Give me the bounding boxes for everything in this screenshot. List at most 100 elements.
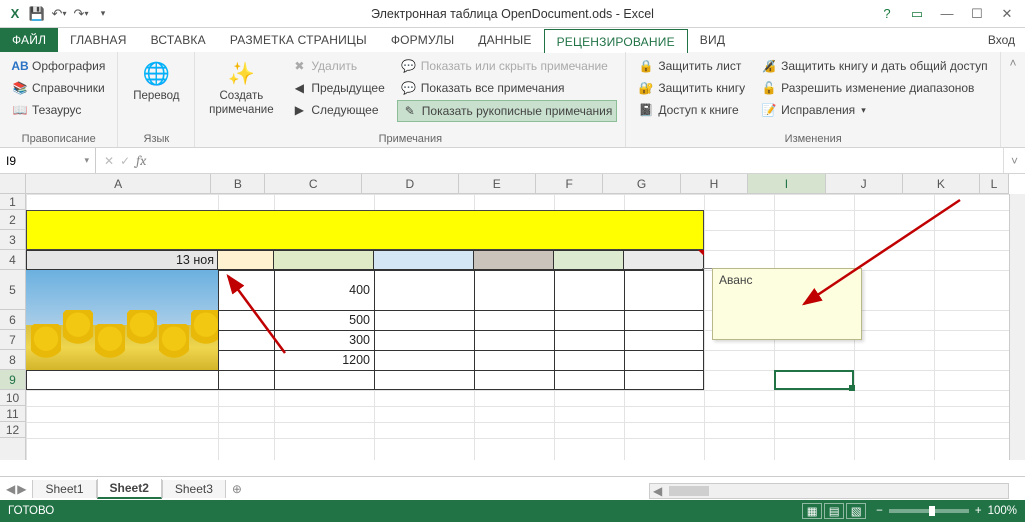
protect-share-button[interactable]: 🔏Защитить книгу и дать общий доступ <box>757 56 992 76</box>
cancel-formula-icon[interactable]: ✕ <box>104 154 114 168</box>
share-workbook-button[interactable]: 📓Доступ к книге <box>634 100 749 120</box>
row-header-4[interactable]: 4 <box>0 250 25 270</box>
minimize-icon[interactable]: — <box>933 4 961 24</box>
worksheet-area[interactable]: ABCDEFGHIJKL 123456789101112 13 ноя40050… <box>0 174 1025 476</box>
thesaurus-button[interactable]: 📖Тезаурус <box>8 100 109 120</box>
protect-sheet-button[interactable]: 🔒Защитить лист <box>634 56 749 76</box>
row-header-5[interactable]: 5 <box>0 270 25 310</box>
comment-indicator[interactable] <box>698 250 704 256</box>
col-header-A[interactable]: A <box>26 174 211 193</box>
fx-icon[interactable]: fx <box>136 152 146 169</box>
col-header-C[interactable]: C <box>265 174 362 193</box>
row-header-2[interactable]: 2 <box>0 210 25 230</box>
undo-icon[interactable]: ↶▾ <box>50 5 68 23</box>
expand-formula-bar-icon[interactable]: ˅ <box>1003 148 1025 173</box>
formula-input[interactable] <box>154 148 1003 173</box>
tab-home[interactable]: ГЛАВНАЯ <box>58 28 138 52</box>
save-icon[interactable]: 💾 <box>28 5 46 23</box>
zoom-control[interactable]: − + 100% <box>876 505 1017 517</box>
header-cell-col1[interactable] <box>218 250 274 270</box>
col-header-E[interactable]: E <box>459 174 536 193</box>
cell-C6[interactable]: 500 <box>274 310 374 330</box>
col-header-D[interactable]: D <box>362 174 459 193</box>
sheet-nav-prev-icon[interactable]: ◀ <box>6 482 15 496</box>
view-page-icon[interactable]: ▤ <box>824 503 844 519</box>
row-header-1[interactable]: 1 <box>0 194 25 210</box>
signin-link[interactable]: Вход <box>978 28 1025 52</box>
collapse-ribbon-icon[interactable]: ˄ <box>1009 56 1016 70</box>
tab-insert[interactable]: ВСТАВКА <box>139 28 218 52</box>
showall-comments-button[interactable]: 💬Показать все примечания <box>397 78 618 98</box>
redo-icon[interactable]: ↷▾ <box>72 5 90 23</box>
zoom-value[interactable]: 100% <box>988 505 1017 517</box>
col-header-J[interactable]: J <box>826 174 903 193</box>
enter-formula-icon[interactable]: ✓ <box>120 154 130 168</box>
header-cell-col2[interactable] <box>274 250 374 270</box>
tab-view[interactable]: ВИД <box>688 28 737 52</box>
header-cell-col4[interactable] <box>474 250 554 270</box>
row-header-11[interactable]: 11 <box>0 406 25 422</box>
research-button[interactable]: 📚Справочники <box>8 78 109 98</box>
sheet-tab-2[interactable]: Sheet2 <box>97 479 162 499</box>
next-comment-button[interactable]: ▶Следующее <box>287 100 388 120</box>
header-cell-col6[interactable] <box>624 250 704 270</box>
sheet-tab-1[interactable]: Sheet1 <box>32 480 96 498</box>
col-header-L[interactable]: L <box>980 174 1009 193</box>
view-break-icon[interactable]: ▧ <box>846 503 866 519</box>
col-header-G[interactable]: G <box>603 174 680 193</box>
zoom-in-icon[interactable]: + <box>975 505 982 517</box>
showhide-comment-button[interactable]: 💬Показать или скрыть примечание <box>397 56 618 76</box>
sheet-nav-next-icon[interactable]: ▶ <box>17 482 26 496</box>
row-header-12[interactable]: 12 <box>0 422 25 438</box>
cell-C7[interactable]: 300 <box>274 330 374 350</box>
header-cell-col3[interactable] <box>374 250 474 270</box>
embedded-image[interactable] <box>26 270 218 370</box>
row-header-9[interactable]: 9 <box>0 370 25 390</box>
col-header-F[interactable]: F <box>536 174 604 193</box>
col-header-H[interactable]: H <box>681 174 749 193</box>
cell-A4[interactable]: 13 ноя <box>26 250 218 270</box>
sheet-tab-3[interactable]: Sheet3 <box>162 480 226 498</box>
row-header-8[interactable]: 8 <box>0 350 25 370</box>
tab-file[interactable]: ФАЙЛ <box>0 28 58 52</box>
tab-review[interactable]: РЕЦЕНЗИРОВАНИЕ <box>544 29 688 53</box>
delete-comment-button[interactable]: ✖Удалить <box>287 56 388 76</box>
track-changes-button[interactable]: 📝Исправления▾ <box>757 100 992 120</box>
yellow-merged-range[interactable] <box>26 210 704 250</box>
prev-comment-button[interactable]: ◀Предыдущее <box>287 78 388 98</box>
close-icon[interactable]: ✕ <box>993 4 1021 24</box>
cell-C5[interactable]: 400 <box>274 270 374 310</box>
name-box-input[interactable] <box>6 154 66 168</box>
row-header-6[interactable]: 6 <box>0 310 25 330</box>
translate-button[interactable]: 🌐 Перевод <box>126 56 186 106</box>
name-box[interactable]: ▾ <box>0 148 96 173</box>
name-box-dropdown-icon[interactable]: ▾ <box>84 155 89 166</box>
comment-box[interactable]: Аванс <box>712 268 862 340</box>
horizontal-scrollbar[interactable]: ◀ <box>649 483 1009 499</box>
tab-page-layout[interactable]: РАЗМЕТКА СТРАНИЦЫ <box>218 28 379 52</box>
cell-C8[interactable]: 1200 <box>274 350 374 370</box>
protect-workbook-button[interactable]: 🔐Защитить книгу <box>634 78 749 98</box>
view-normal-icon[interactable]: ▦ <box>802 503 822 519</box>
row-header-7[interactable]: 7 <box>0 330 25 350</box>
view-buttons[interactable]: ▦ ▤ ▧ <box>802 503 866 519</box>
zoom-out-icon[interactable]: − <box>876 505 883 517</box>
sheet-nav[interactable]: ◀▶ <box>0 482 32 496</box>
tab-formulas[interactable]: ФОРМУЛЫ <box>379 28 466 52</box>
select-all-corner[interactable] <box>0 174 26 194</box>
cell-grid[interactable]: 13 ноя 4005003001200 Аванс <box>26 194 1009 460</box>
new-sheet-button[interactable]: ⊕ <box>226 482 248 496</box>
zoom-slider[interactable] <box>889 509 969 513</box>
col-header-K[interactable]: K <box>903 174 980 193</box>
vertical-scrollbar[interactable] <box>1009 194 1025 460</box>
tab-data[interactable]: ДАННЫЕ <box>466 28 543 52</box>
header-cell-col5[interactable] <box>554 250 624 270</box>
show-ink-button[interactable]: ✎Показать рукописные примечания <box>397 100 618 122</box>
ribbon-options-icon[interactable]: ▭ <box>903 4 931 24</box>
col-header-I[interactable]: I <box>748 174 825 193</box>
allow-ranges-button[interactable]: 🔓Разрешить изменение диапазонов <box>757 78 992 98</box>
col-header-B[interactable]: B <box>211 174 265 193</box>
spelling-button[interactable]: ABОрфография <box>8 56 109 76</box>
row-header-3[interactable]: 3 <box>0 230 25 250</box>
row-header-10[interactable]: 10 <box>0 390 25 406</box>
